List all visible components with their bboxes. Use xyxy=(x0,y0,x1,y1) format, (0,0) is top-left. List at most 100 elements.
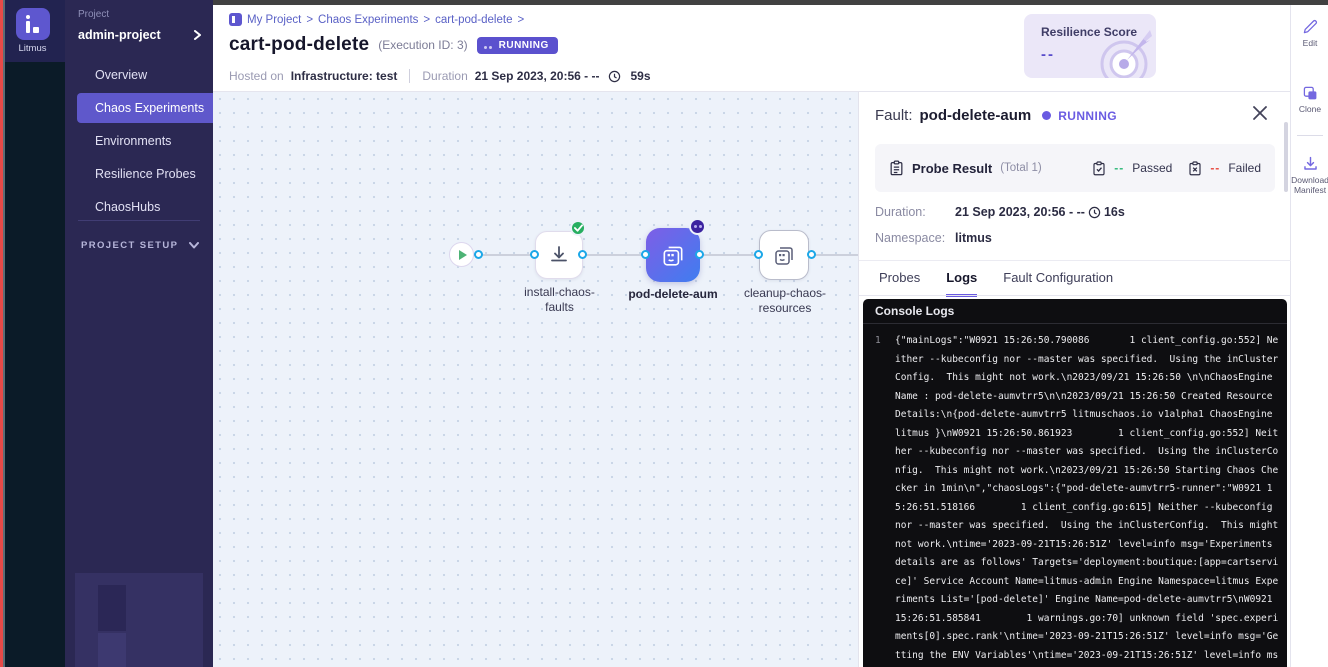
resilience-score-value: -- xyxy=(1041,46,1055,63)
log-line-number: 1 xyxy=(875,332,895,667)
elapsed-value: 59s xyxy=(630,69,650,83)
chevron-right-icon xyxy=(193,30,202,40)
sidebar-illustration xyxy=(75,573,203,667)
breadcrumb-separator: > xyxy=(306,14,313,26)
connector-port xyxy=(530,250,539,259)
project-selector[interactable]: admin-project xyxy=(78,25,202,45)
connector-port xyxy=(754,250,763,259)
meta-divider xyxy=(409,69,410,83)
passed-count: -- xyxy=(1114,161,1124,175)
breadcrumb-my-project[interactable]: My Project xyxy=(247,14,301,26)
sidebar-item-environments[interactable]: Environments xyxy=(65,126,213,156)
close-panel-button[interactable] xyxy=(1252,105,1270,123)
title-row: cart-pod-delete (Execution ID: 3) RUNNIN… xyxy=(229,34,558,56)
failed-label: Failed xyxy=(1228,161,1261,175)
pipeline-canvas[interactable]: install-chaos-faults pod-delete-aum xyxy=(213,92,858,667)
probe-total: (Total 1) xyxy=(1000,162,1042,174)
infrastructure-value: Infrastructure: test xyxy=(291,69,398,83)
duration-label: Duration xyxy=(422,69,467,83)
fault-label: Fault: xyxy=(875,107,913,124)
fault-title-row: Fault: pod-delete-aum RUNNING xyxy=(875,107,1117,124)
close-icon xyxy=(1252,105,1268,121)
screen-edge-gray-strip xyxy=(3,0,5,667)
toolbar-divider xyxy=(1297,135,1323,136)
connector-port xyxy=(807,250,816,259)
console-logs-body[interactable]: 1 {"mainLogs":"W0921 15:26:50.790086 1 c… xyxy=(863,324,1287,667)
chaos-fault-icon xyxy=(772,243,796,267)
clock-icon xyxy=(1088,206,1101,219)
fault-duration-label: Duration: xyxy=(875,205,955,219)
breadcrumb-chaos-experiments[interactable]: Chaos Experiments xyxy=(318,14,418,26)
litmus-logo-icon[interactable] xyxy=(16,8,50,40)
running-spinner-badge xyxy=(689,218,706,235)
node-install-chaos-faults[interactable] xyxy=(535,231,583,279)
fault-name: pod-delete-aum xyxy=(920,107,1032,124)
namespace-value: litmus xyxy=(955,231,992,245)
running-dot-icon xyxy=(1042,111,1051,120)
tab-logs[interactable]: Logs xyxy=(946,270,977,297)
probe-result-box: Probe Result (Total 1) -- Passed -- Fail… xyxy=(875,144,1275,192)
panel-divider xyxy=(859,260,1291,261)
connector-port xyxy=(641,250,650,259)
pipeline-start-node xyxy=(449,242,474,267)
breadcrumb: My Project > Chaos Experiments > cart-po… xyxy=(229,13,524,26)
project-name: admin-project xyxy=(78,28,161,42)
connector-port xyxy=(578,250,587,259)
status-badge: RUNNING xyxy=(477,37,558,54)
clipboard-x-icon xyxy=(1188,161,1202,176)
clone-button[interactable]: Clone xyxy=(1291,85,1328,114)
sidebar-item-chaoshubs[interactable]: ChaosHubs xyxy=(65,192,213,222)
panel-scrollbar[interactable] xyxy=(1284,122,1288,192)
download-manifest-label: Download Manifest xyxy=(1291,175,1328,195)
log-text: {"mainLogs":"W0921 15:26:50.790086 1 cli… xyxy=(895,332,1279,667)
logo-block: Litmus xyxy=(0,0,65,62)
console-logs-header: Console Logs xyxy=(863,299,1287,324)
project-setup-toggle[interactable]: PROJECT SETUP xyxy=(81,240,199,251)
download-manifest-button[interactable]: Download Manifest xyxy=(1291,155,1328,195)
tab-fault-configuration[interactable]: Fault Configuration xyxy=(1003,270,1113,297)
illustration-block xyxy=(98,633,126,667)
clipboard-icon xyxy=(889,160,904,176)
install-download-icon xyxy=(547,243,571,267)
breadcrumb-cart-pod-delete[interactable]: cart-pod-delete xyxy=(435,14,512,26)
page-header: My Project > Chaos Experiments > cart-po… xyxy=(213,5,1328,92)
node-cleanup-chaos-resources[interactable] xyxy=(759,230,809,280)
project-label: Project xyxy=(78,9,109,20)
node-pod-delete-aum[interactable] xyxy=(646,228,700,282)
fault-duration-value: 21 Sep 2023, 20:56 - -- xyxy=(955,205,1085,219)
page-title: cart-pod-delete xyxy=(229,34,369,56)
illustration-block xyxy=(98,585,126,631)
breadcrumb-logo-icon xyxy=(229,13,242,26)
sidebar-item-chaos-experiments[interactable]: Chaos Experiments xyxy=(77,93,213,123)
clone-icon xyxy=(1302,85,1318,101)
download-icon xyxy=(1302,155,1319,172)
play-icon xyxy=(459,250,467,260)
sidebar: Project admin-project Overview Chaos Exp… xyxy=(65,0,213,667)
clone-label: Clone xyxy=(1299,104,1321,114)
running-loader-dots xyxy=(484,36,494,54)
sidebar-item-resilience-probes[interactable]: Resilience Probes xyxy=(65,159,213,189)
check-icon xyxy=(574,224,583,232)
header-meta-row: Hosted on Infrastructure: test Duration … xyxy=(229,69,651,83)
edit-button[interactable]: Edit xyxy=(1291,19,1328,48)
failed-count: -- xyxy=(1210,161,1220,175)
sidebar-divider xyxy=(78,220,200,221)
node-label-pod-delete: pod-delete-aum xyxy=(618,287,728,302)
edit-label: Edit xyxy=(1303,38,1318,48)
pencil-icon xyxy=(1302,19,1318,35)
passed-label: Passed xyxy=(1132,161,1172,175)
project-setup-label: PROJECT SETUP xyxy=(81,240,178,251)
main-area: My Project > Chaos Experiments > cart-po… xyxy=(213,0,1328,667)
duration-value: 21 Sep 2023, 20:56 - -- xyxy=(475,69,600,83)
console-logs-container: Console Logs 1 {"mainLogs":"W0921 15:26:… xyxy=(863,299,1287,667)
chaos-fault-icon xyxy=(660,242,686,268)
tab-probes[interactable]: Probes xyxy=(879,270,920,297)
node-label-cleanup: cleanup-chaos-resources xyxy=(735,286,835,316)
logo-rail: Litmus xyxy=(0,0,65,667)
clock-icon xyxy=(608,70,621,83)
fault-status: RUNNING xyxy=(1058,109,1117,123)
logo-label: Litmus xyxy=(19,43,47,54)
fault-namespace-row: Namespace: litmus xyxy=(875,231,992,245)
hosted-on-label: Hosted on xyxy=(229,69,284,83)
sidebar-item-overview[interactable]: Overview xyxy=(65,60,213,90)
